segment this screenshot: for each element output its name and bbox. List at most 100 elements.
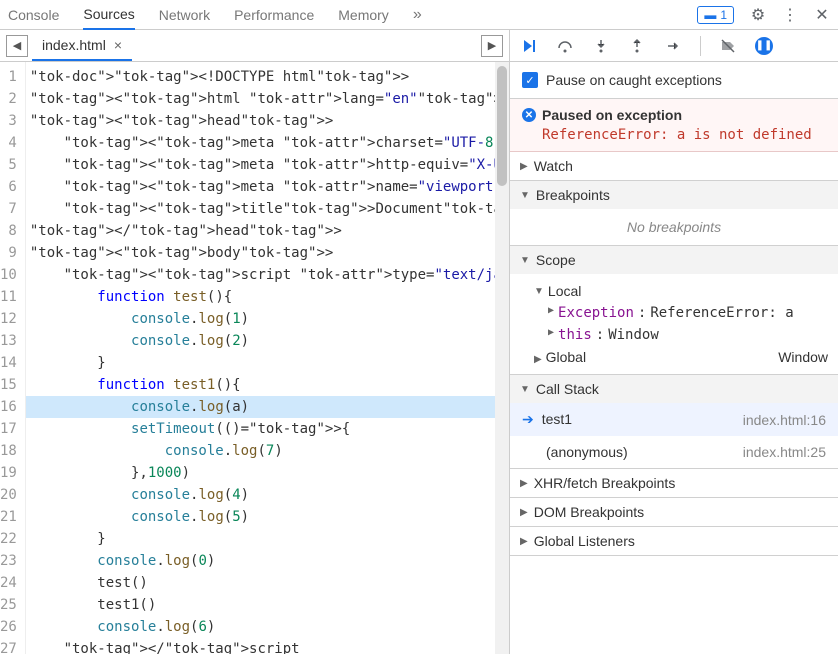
code-line[interactable]: console.log(7): [26, 440, 509, 462]
code-line[interactable]: function test(){: [26, 286, 509, 308]
current-frame-icon: ➔: [522, 411, 534, 427]
line-number[interactable]: 2: [0, 88, 25, 110]
callstack-section[interactable]: ▼ Call Stack: [510, 375, 838, 403]
watch-section[interactable]: ▶ Watch: [510, 152, 838, 180]
line-number[interactable]: 7: [0, 198, 25, 220]
code-line[interactable]: "tok-tag"><"tok-tag">meta "tok-attr">nam…: [26, 176, 509, 198]
code-line[interactable]: "tok-tag"><"tok-tag">meta "tok-attr">htt…: [26, 154, 509, 176]
code-line[interactable]: "tok-tag"><"tok-tag">body"tok-tag">>: [26, 242, 509, 264]
line-number[interactable]: 3: [0, 110, 25, 132]
tab-sources[interactable]: Sources: [83, 0, 134, 30]
code-line[interactable]: console.log(5): [26, 506, 509, 528]
line-number[interactable]: 20: [0, 484, 25, 506]
line-number[interactable]: 25: [0, 594, 25, 616]
code-line[interactable]: console.log(2): [26, 330, 509, 352]
global-listeners-section[interactable]: ▶ Global Listeners: [510, 527, 838, 555]
message-badge[interactable]: ▬ 1: [697, 6, 734, 24]
code-line[interactable]: }: [26, 352, 509, 374]
line-number[interactable]: 15: [0, 374, 25, 396]
code-line[interactable]: "tok-tag"><"tok-tag">title"tok-tag">>Doc…: [26, 198, 509, 220]
pause-on-exceptions-icon[interactable]: ❚❚: [755, 37, 773, 55]
source-editor[interactable]: 1234567891011121314151617181920212223242…: [0, 62, 509, 654]
snippets-toggle-icon[interactable]: ▶: [481, 35, 503, 57]
code-line[interactable]: test1(): [26, 594, 509, 616]
code-line[interactable]: console.log(6): [26, 616, 509, 638]
line-number[interactable]: 22: [0, 528, 25, 550]
watch-label: Watch: [534, 158, 573, 174]
code-line[interactable]: }: [26, 528, 509, 550]
line-number[interactable]: 10: [0, 264, 25, 286]
checkbox-checked-icon[interactable]: ✓: [522, 72, 538, 88]
close-devtools-icon[interactable]: ✕: [814, 7, 830, 23]
scope-global[interactable]: ▶ Global Window: [520, 346, 828, 368]
tabs-more-icon[interactable]: »: [413, 6, 422, 24]
code-line[interactable]: function test1(){: [26, 374, 509, 396]
kebab-icon[interactable]: ⋮: [782, 7, 798, 23]
code-line[interactable]: console.log(1): [26, 308, 509, 330]
scope-local[interactable]: ▼ Local: [520, 280, 828, 302]
line-number[interactable]: 19: [0, 462, 25, 484]
chevron-right-icon: ▶: [520, 507, 528, 518]
line-number[interactable]: 9: [0, 242, 25, 264]
line-number[interactable]: 27: [0, 638, 25, 654]
line-number[interactable]: 13: [0, 330, 25, 352]
paused-title: Paused on exception: [542, 107, 682, 123]
line-number[interactable]: 4: [0, 132, 25, 154]
line-number[interactable]: 8: [0, 220, 25, 242]
scope-exception[interactable]: ▶ Exception: ReferenceError: a: [520, 302, 828, 324]
line-number[interactable]: 14: [0, 352, 25, 374]
stack-location: index.html:16: [743, 412, 826, 428]
code-line[interactable]: "tok-tag"></"tok-tag">script: [26, 638, 509, 654]
line-number[interactable]: 11: [0, 286, 25, 308]
breakpoints-section[interactable]: ▼ Breakpoints: [510, 181, 838, 209]
tab-network[interactable]: Network: [159, 1, 210, 29]
line-number[interactable]: 5: [0, 154, 25, 176]
scrollbar-vertical[interactable]: [495, 62, 509, 654]
step-icon[interactable]: [664, 37, 682, 55]
scrollbar-thumb[interactable]: [497, 66, 507, 186]
close-file-icon[interactable]: ×: [114, 37, 122, 53]
line-number[interactable]: 23: [0, 550, 25, 572]
xhr-breakpoints-section[interactable]: ▶ XHR/fetch Breakpoints: [510, 469, 838, 497]
file-tab-index[interactable]: index.html ×: [32, 31, 132, 61]
code-line[interactable]: "tok-tag"><"tok-tag">meta "tok-attr">cha…: [26, 132, 509, 154]
code-line[interactable]: },1000): [26, 462, 509, 484]
scope-section[interactable]: ▼ Scope: [510, 246, 838, 274]
tab-performance[interactable]: Performance: [234, 1, 314, 29]
navigator-toggle-icon[interactable]: ◀: [6, 35, 28, 57]
step-out-icon[interactable]: [628, 37, 646, 55]
code-line[interactable]: "tok-tag"></"tok-tag">head"tok-tag">>: [26, 220, 509, 242]
code-line[interactable]: "tok-tag"><"tok-tag">head"tok-tag">>: [26, 110, 509, 132]
code-line[interactable]: "tok-doc">"tok-tag"><!DOCTYPE html"tok-t…: [26, 66, 509, 88]
deactivate-breakpoints-icon[interactable]: [719, 37, 737, 55]
code-line[interactable]: console.log(0): [26, 550, 509, 572]
resume-icon[interactable]: [520, 37, 538, 55]
dom-breakpoints-section[interactable]: ▶ DOM Breakpoints: [510, 498, 838, 526]
chevron-right-icon: ▶: [520, 161, 528, 172]
code-line[interactable]: "tok-tag"><"tok-tag">html "tok-attr">lan…: [26, 88, 509, 110]
step-over-icon[interactable]: [556, 37, 574, 55]
line-number[interactable]: 18: [0, 440, 25, 462]
code-line[interactable]: test(): [26, 572, 509, 594]
line-number[interactable]: 1: [0, 66, 25, 88]
scope-this[interactable]: ▶ this: Window: [520, 324, 828, 346]
step-into-icon[interactable]: [592, 37, 610, 55]
scope-local-label: Local: [548, 283, 581, 299]
line-number[interactable]: 24: [0, 572, 25, 594]
code-line[interactable]: "tok-tag"><"tok-tag">script "tok-attr">t…: [26, 264, 509, 286]
line-number[interactable]: 16: [0, 396, 25, 418]
stack-frame[interactable]: (anonymous) index.html:25: [510, 436, 838, 468]
line-number[interactable]: 26: [0, 616, 25, 638]
line-number[interactable]: 21: [0, 506, 25, 528]
pause-caught-option[interactable]: ✓ Pause on caught exceptions: [510, 62, 838, 99]
line-number[interactable]: 6: [0, 176, 25, 198]
stack-frame[interactable]: ➔test1 index.html:16: [510, 403, 838, 436]
tab-memory[interactable]: Memory: [338, 1, 389, 29]
line-number[interactable]: 12: [0, 308, 25, 330]
tab-console[interactable]: Console: [8, 1, 59, 29]
code-line[interactable]: console.log(a): [26, 396, 509, 418]
code-line[interactable]: setTimeout(()="tok-tag">>{: [26, 418, 509, 440]
line-number[interactable]: 17: [0, 418, 25, 440]
code-line[interactable]: console.log(4): [26, 484, 509, 506]
gear-icon[interactable]: ⚙: [750, 7, 766, 23]
